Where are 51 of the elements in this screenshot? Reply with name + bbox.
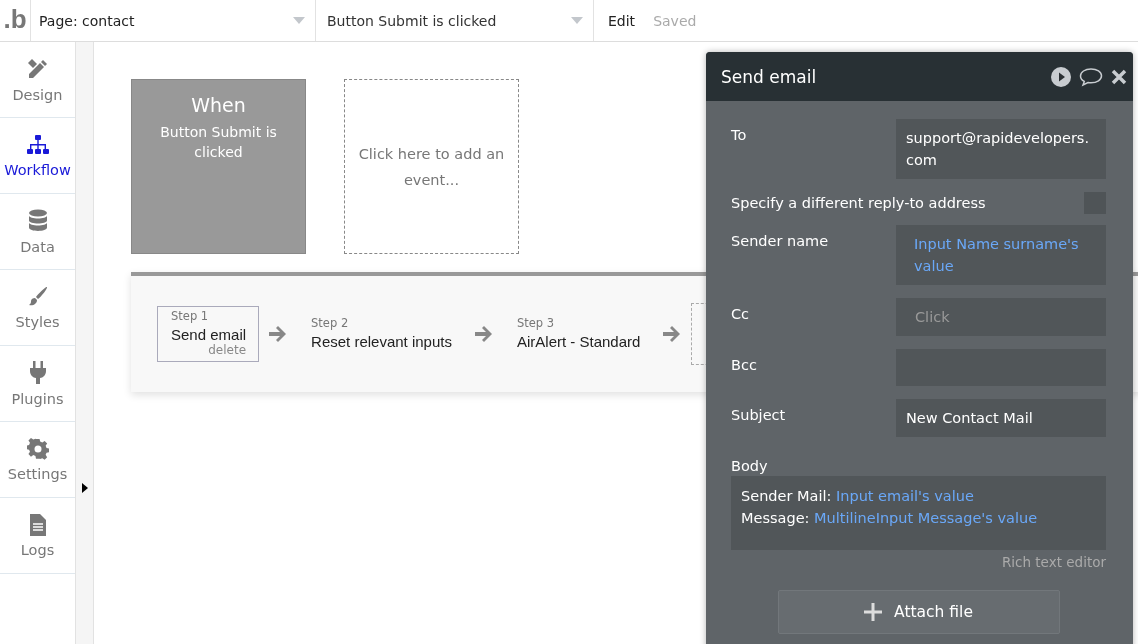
- event-card[interactable]: When Button Submit is clicked: [131, 79, 306, 254]
- brush-icon: [26, 285, 49, 308]
- rich-text-editor-link[interactable]: Rich text editor: [1001, 554, 1106, 570]
- arrow-icon: [269, 326, 288, 342]
- body-editor[interactable]: Sender Mail: Input email's value Message: MultilineInput Message's value: [731, 476, 1106, 550]
- sidebar-tab[interactable]: Data: [0, 194, 75, 270]
- attach-file-button[interactable]: Attach file: [777, 590, 1060, 634]
- add-event-placeholder[interactable]: Click here to add an event...: [344, 79, 519, 254]
- sidebar-tab[interactable]: Plugins: [0, 346, 75, 422]
- field-label: To: [731, 126, 747, 143]
- event-description: Button Submit is clicked: [159, 123, 278, 162]
- document-icon: [28, 513, 47, 536]
- sidebar-tab[interactable]: Design: [0, 42, 75, 118]
- sidebar-tab[interactable]: Styles: [0, 270, 75, 346]
- edit-menu[interactable]: Edit: [608, 12, 636, 29]
- arrow-icon: [663, 326, 682, 342]
- caret-icon: [293, 17, 305, 24]
- field-label: Specify a different reply-to address: [731, 195, 986, 211]
- field-label: Bcc: [731, 356, 757, 373]
- plus-icon: [864, 603, 883, 621]
- expression-field[interactable]: Input Name surname's value: [896, 225, 1106, 285]
- event-title: When: [191, 94, 246, 116]
- field-label: Sender name: [731, 232, 829, 249]
- logo[interactable]: .b: [0, 0, 31, 41]
- delete-link[interactable]: delete: [208, 343, 247, 357]
- close-icon[interactable]: [1111, 68, 1127, 85]
- page-dropdown[interactable]: Page: contact: [31, 0, 316, 41]
- event-dropdown[interactable]: Button Submit is clicked: [316, 0, 594, 41]
- sidebar-tab[interactable]: Logs: [0, 498, 75, 574]
- comment-icon[interactable]: [1079, 66, 1103, 87]
- expand-icon[interactable]: [82, 483, 88, 493]
- database-icon: [27, 208, 48, 233]
- workflow-step[interactable]: Step 2 Reset relevant inputs: [297, 313, 465, 355]
- workflow-step[interactable]: Step 1 Send email delete: [157, 306, 260, 362]
- plug-icon: [28, 360, 47, 385]
- sidebar-tab[interactable]: Workflow: [0, 118, 75, 194]
- sitemap-icon: [25, 133, 50, 156]
- field-label: Subject: [731, 406, 786, 423]
- save-status: Saved: [653, 12, 697, 29]
- workflow-step[interactable]: Step 3 AirAlert - Standard: [502, 313, 654, 355]
- sidebar-tab[interactable]: Settings: [0, 422, 75, 498]
- arrow-icon: [474, 326, 493, 342]
- caret-icon: [571, 17, 583, 24]
- field-label: Cc: [731, 305, 750, 322]
- play-icon[interactable]: [1051, 66, 1071, 87]
- input-field[interactable]: New Contact Mail: [896, 399, 1106, 437]
- gear-icon: [26, 437, 49, 460]
- input-field[interactable]: support@rapidevelopers.com: [896, 119, 1106, 179]
- field-label: Body: [731, 458, 769, 474]
- panel-title: Send email: [721, 66, 818, 87]
- input-field[interactable]: Click: [896, 298, 1106, 336]
